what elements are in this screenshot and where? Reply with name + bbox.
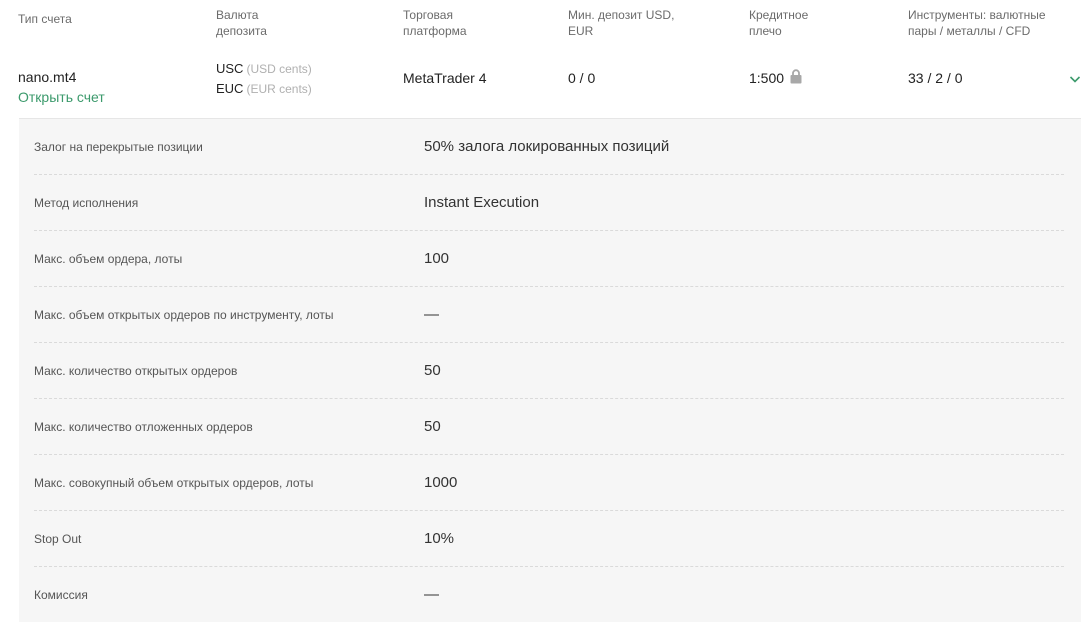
detail-label: Комиссия	[34, 588, 88, 602]
detail-label: Stop Out	[34, 532, 82, 546]
detail-row: Комиссия —	[19, 567, 1081, 623]
detail-row: Метод исполнения Instant Execution	[19, 175, 1081, 231]
lock-icon	[790, 69, 802, 88]
detail-row: Макс. объем открытых ордеров по инструме…	[19, 287, 1081, 343]
currency-euc: EUC (EUR cents)	[216, 80, 312, 98]
detail-label: Макс. объем ордера, лоты	[34, 252, 183, 266]
detail-label: Метод исполнения	[34, 196, 139, 210]
account-row[interactable]: nano.mt4 Открыть счет USC (USD cents) EUC…	[0, 52, 1092, 118]
header-deposit-currency: Валюта депозита	[216, 8, 267, 38]
detail-label: Макс. количество отложенных ордеров	[34, 420, 253, 434]
account-types-page: Тип счета Валюта депозита Торговая платф…	[0, 0, 1092, 627]
chevron-down-icon[interactable]	[1066, 70, 1084, 88]
header-min-deposit: Мин. депозит USD, EUR	[568, 8, 675, 38]
detail-row: Stop Out 10%	[19, 511, 1081, 567]
detail-value: 1000	[424, 474, 458, 491]
currency-code: USC	[216, 61, 244, 76]
detail-row: Залог на перекрытые позиции 50% залога л…	[19, 119, 1081, 175]
account-name: nano.mt4	[18, 69, 77, 85]
account-details-panel: Залог на перекрытые позиции 50% залога л…	[19, 118, 1081, 622]
detail-value: Instant Execution	[424, 194, 540, 211]
open-account-link[interactable]: Открыть счет	[18, 88, 105, 106]
platform-value: MetaTrader 4	[403, 70, 487, 86]
detail-row: Макс. объем ордера, лоты 100	[19, 231, 1081, 287]
currency-usc: USC (USD cents)	[216, 60, 312, 78]
detail-value: 50	[424, 362, 441, 379]
header-account-type: Тип счета	[18, 12, 72, 26]
detail-row: Макс. количество открытых ордеров 50	[19, 343, 1081, 399]
detail-value: 100	[424, 250, 450, 267]
leverage-value: 1:500	[749, 70, 785, 86]
header-instruments: Инструменты: валютные пары / металлы / C…	[908, 8, 1046, 38]
detail-label: Макс. совокупный объем открытых ордеров,…	[34, 476, 314, 490]
detail-value: 50	[424, 418, 441, 435]
detail-value: 10%	[424, 530, 455, 547]
detail-row: Макс. совокупный объем открытых ордеров,…	[19, 455, 1081, 511]
detail-value: —	[424, 586, 439, 603]
detail-label: Макс. объем открытых ордеров по инструме…	[34, 308, 334, 322]
detail-row: Макс. количество отложенных ордеров 50	[19, 399, 1081, 455]
currency-note: (EUR cents)	[246, 82, 312, 96]
leverage-cell: 1:500	[749, 69, 802, 88]
currency-code: EUC	[216, 81, 244, 96]
detail-label: Макс. количество открытых ордеров	[34, 364, 238, 378]
table-header: Тип счета Валюта депозита Торговая платф…	[0, 0, 1092, 44]
header-platform: Торговая платформа	[403, 8, 467, 38]
min-deposit-value: 0 / 0	[568, 70, 596, 86]
detail-value: 50% залога локированных позиций	[424, 138, 670, 155]
currency-note: (USD cents)	[246, 62, 312, 76]
detail-label: Залог на перекрытые позиции	[34, 140, 203, 154]
instruments-value: 33 / 2 / 0	[908, 70, 963, 86]
header-leverage: Кредитное плечо	[749, 8, 809, 38]
detail-value: —	[424, 306, 439, 323]
